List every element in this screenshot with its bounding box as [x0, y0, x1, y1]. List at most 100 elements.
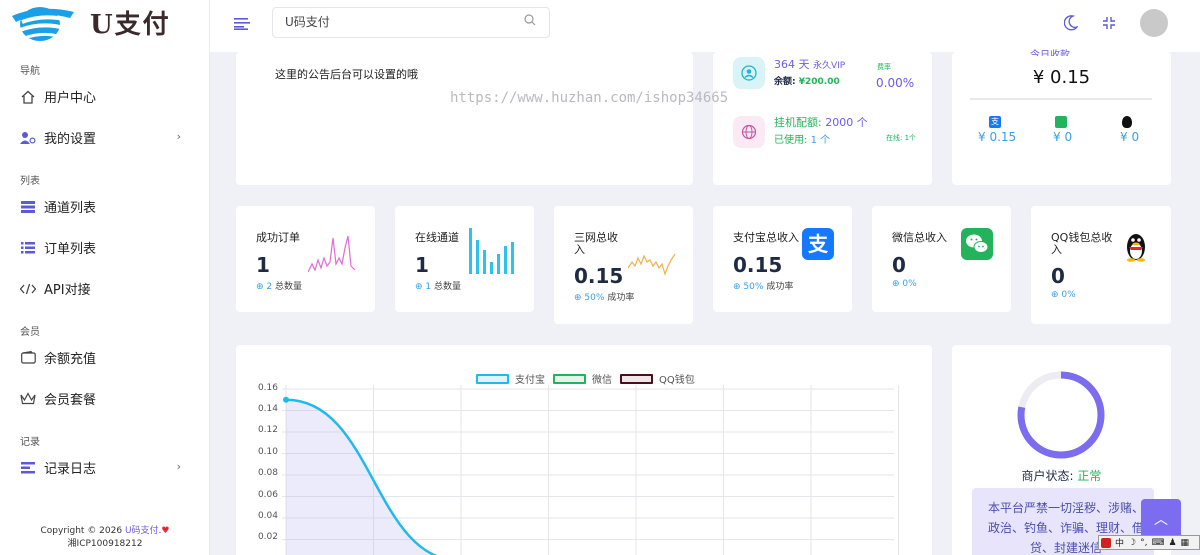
y-tick-label: 0.02	[257, 532, 278, 542]
balance-label: 余额:	[774, 77, 796, 87]
today-income-total: ¥ 0.15	[1032, 67, 1091, 88]
stat-sub: ⊕ 50% 成功率	[733, 279, 793, 292]
sidebar-item-label: 记录日志	[44, 462, 97, 477]
icp-number[interactable]: 湘ICP100918212	[0, 538, 210, 551]
alipay-icon: 支	[802, 228, 834, 260]
arrow-up-circle-icon: ⊕	[892, 279, 900, 289]
fullscreen-icon[interactable]	[1102, 16, 1116, 33]
sidebar-item-api[interactable]: API对接	[0, 268, 209, 309]
channel-list-icon	[20, 199, 36, 215]
stat-sub: ⊕ 50% 成功率	[574, 290, 634, 303]
chart-legend: 支付宝 微信 QQ钱包	[476, 371, 703, 386]
sidebar-item-channel-list[interactable]: 通道列表	[0, 186, 209, 227]
watermark: https://www.huzhan.com/ishop34665	[450, 90, 729, 106]
user-small-icon[interactable]: ♟	[1168, 538, 1176, 548]
legend-item[interactable]: QQ钱包	[620, 371, 695, 386]
nav-section-title: 会员	[20, 327, 40, 338]
today-income-card: 今日收款 ¥ 0.15 支 ¥ 0.15 ¥ 0 ¥ 0	[952, 50, 1171, 185]
y-tick-label: 0.12	[257, 425, 278, 435]
back-to-top-button[interactable]: ︿	[1141, 499, 1181, 539]
grid-icon[interactable]: ▦	[1181, 538, 1190, 548]
sidebar: U支付 导航 用户中心 我的设置 › 列表 通道列表 订单列表 API对接 会员…	[0, 0, 210, 555]
sidebar-item-order-list[interactable]: 订单列表	[0, 227, 209, 268]
legend-item[interactable]: 支付宝	[476, 371, 545, 386]
wechat-today: ¥ 0	[1053, 130, 1073, 144]
nav-section-title: 列表	[20, 176, 40, 187]
sidebar-item-user-center[interactable]: 用户中心	[0, 76, 209, 117]
copyright: Copyright © 2026 U码支付.♥	[0, 525, 210, 538]
rate-value: 0.00%	[876, 76, 915, 90]
keyboard-icon[interactable]: ⌨	[1151, 538, 1164, 548]
sparkline-orders	[308, 235, 356, 273]
ime-logo-icon[interactable]	[1101, 537, 1111, 548]
today-income-title: 今日收款	[1030, 50, 1070, 56]
stat-title: 支付宝总收入	[733, 231, 799, 244]
wallet-icon	[20, 350, 36, 366]
stat-sub-value: 50%	[584, 293, 605, 303]
punct-icon[interactable]: °,	[1140, 538, 1147, 548]
stat-card-success-orders: 成功订单 1 ⊕ 2 总数量	[236, 206, 375, 312]
chevron-right-icon: ›	[176, 130, 181, 143]
line-chart	[282, 385, 899, 555]
stat-sub: ⊕ 1 总数量	[415, 279, 461, 292]
globe-icon	[733, 116, 765, 148]
sidebar-item-label: 用户中心	[44, 91, 97, 106]
y-tick-label: 0.10	[257, 447, 278, 457]
wechat-icon	[961, 228, 993, 260]
sidebar-item-membership[interactable]: 会员套餐	[0, 378, 209, 419]
sidebar-item-label: 会员套餐	[44, 393, 97, 408]
y-tick-label: 0.04	[257, 511, 278, 521]
search-icon[interactable]	[524, 14, 536, 29]
legend-item[interactable]: 微信	[553, 371, 612, 386]
dark-mode-moon-icon[interactable]	[1063, 15, 1079, 34]
arrow-up-circle-icon: ⊕	[733, 282, 741, 292]
sparkbar-channels	[469, 228, 514, 274]
sparkline-income	[628, 253, 676, 276]
balance-value: ¥200.00	[798, 77, 840, 87]
income-chart-card: 支付宝 微信 QQ钱包 0.16 0.14 0.12 0.10 0.08 0.0…	[236, 345, 932, 555]
logo[interactable]: U支付	[0, 0, 209, 44]
merchant-status-card: 商户状态: 正常 本平台严禁一切淫秽、涉赌、政治、钓鱼、诈骗、理财、借贷、封建迷…	[952, 345, 1171, 555]
merchant-progress-ring	[1017, 371, 1105, 459]
crown-icon	[20, 391, 36, 407]
legend-label: 支付宝	[515, 375, 545, 386]
sidebar-item-label: 我的设置	[44, 132, 97, 147]
notice-text: 这里的公告后台可以设置的哦	[275, 68, 418, 81]
stat-title: 三网总收入	[574, 231, 618, 256]
sidebar-item-label: 余额充值	[44, 352, 97, 367]
legend-swatch	[620, 373, 653, 384]
stat-sub-value: 1	[425, 282, 432, 292]
wechat-mini-icon	[1055, 116, 1067, 128]
data-point[interactable]	[283, 396, 289, 403]
notice-card: 这里的公告后台可以设置的哦	[236, 52, 693, 185]
avatar[interactable]	[1140, 9, 1168, 37]
copyright-brand-link[interactable]: U码支付	[125, 526, 159, 536]
legend-label: 微信	[592, 375, 612, 386]
stat-sub: ⊕ 2 总数量	[256, 279, 302, 292]
y-tick-label: 0.06	[257, 490, 278, 500]
search-input[interactable]: U码支付	[272, 7, 550, 38]
sidebar-item-logs[interactable]: 记录日志 ›	[0, 447, 209, 488]
ime-mode[interactable]: 中	[1115, 536, 1124, 549]
moon-small-icon[interactable]: ☽	[1128, 538, 1136, 548]
sidebar-item-my-settings[interactable]: 我的设置 ›	[0, 117, 209, 158]
brand-globe-icon	[12, 7, 74, 41]
vip-label: 永久VIP	[813, 61, 846, 71]
order-list-icon	[20, 240, 36, 256]
menu-toggle-icon[interactable]	[234, 18, 250, 33]
sidebar-item-recharge[interactable]: 余额充值	[0, 337, 209, 378]
log-icon	[20, 460, 36, 476]
stat-title: 在线通道	[415, 231, 459, 244]
arrow-up-circle-icon: ⊕	[415, 282, 423, 292]
stat-card-total-income: 三网总收入 0.15 ⊕ 50% 成功率	[554, 206, 693, 324]
stat-value: 0.15	[733, 253, 783, 277]
rate-label: 费率	[877, 63, 891, 71]
stat-value: 0.15	[574, 264, 624, 288]
stat-card-online-channels: 在线通道 1 ⊕ 1 总数量	[395, 206, 534, 312]
vip-days: 364 天	[774, 58, 810, 71]
income-divider	[970, 98, 1152, 100]
legend-label: QQ钱包	[659, 375, 695, 386]
quota-label: 挂机配额:	[774, 116, 822, 129]
stat-sub: ⊕ 0%	[892, 279, 917, 289]
user-settings-icon	[20, 130, 36, 146]
